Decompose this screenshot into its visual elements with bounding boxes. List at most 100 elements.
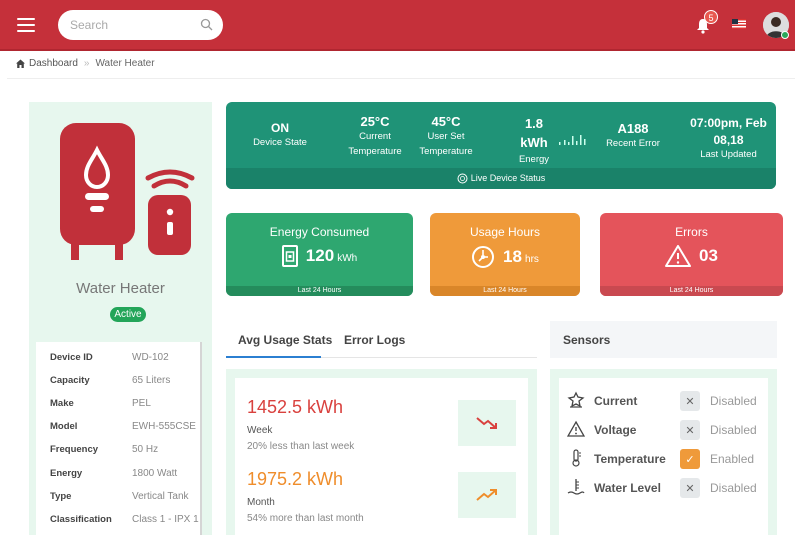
usage-hours-card: Usage Hours 18 hrs Last 24 Hours	[430, 213, 580, 296]
spec-key: Type	[50, 491, 72, 502]
sensor-status: Enabled	[710, 452, 755, 466]
breadcrumb-separator: »	[83, 58, 90, 69]
week-comparison: 20% less than last week	[247, 441, 355, 452]
spec-key: Make	[50, 398, 74, 409]
user-temp-value: 45°C	[431, 114, 461, 129]
current-temp-label-1: Current	[359, 131, 391, 142]
month-usage-value: 1975.2 kWh	[247, 469, 344, 489]
sensors-header: Sensors	[550, 321, 777, 358]
last-updated-stat: 07:00pm, Feb 08,18 Last Updated	[686, 116, 771, 162]
errors-card: Errors 03 Last 24 Hours	[600, 213, 783, 296]
device-state-stat: ON Device State	[251, 121, 309, 150]
last-updated-line-2: 08,18	[713, 133, 744, 147]
spec-row: Energy 1800 Watt	[50, 468, 210, 479]
sensor-water-level-checkbox[interactable]: ✕	[680, 478, 700, 498]
breadcrumb-current: Water Heater	[95, 58, 155, 69]
current-icon	[567, 391, 585, 408]
live-status-icon	[457, 173, 468, 184]
sensor-current-checkbox[interactable]: ✕	[680, 391, 700, 411]
usage-card-unit: hrs	[525, 254, 539, 265]
sensor-name: Current	[594, 394, 638, 408]
spec-row: Device ID WD-102	[50, 352, 210, 363]
recent-error-label: Recent Error	[606, 138, 660, 149]
errors-card-value: 03	[699, 246, 718, 265]
device-state-value: ON	[271, 121, 289, 135]
spec-row: Frequency 50 Hz	[50, 444, 210, 455]
current-temp-stat: 25°C Current Temperature	[346, 114, 404, 159]
sensor-row-temperature: Temperature ✓ Enabled	[559, 447, 768, 471]
thermometer-icon	[572, 449, 581, 467]
device-panel: Water Heater Active Device ID WD-102 Capac…	[29, 102, 212, 535]
energy-label: Energy	[518, 154, 550, 165]
device-spec-list: Device ID WD-102 Capacity 65 Liters Make PEL M…	[36, 342, 202, 535]
spec-value: WD-102	[132, 352, 169, 363]
home-icon	[16, 59, 25, 68]
spec-value: 65 Liters	[132, 375, 171, 386]
device-status-badge: Active	[110, 307, 146, 322]
spec-row: Make PEL	[50, 398, 210, 409]
energy-card-title: Energy Consumed	[269, 225, 370, 239]
last-updated-line-1: 07:00pm, Feb	[690, 116, 767, 130]
last-updated-label: Last Updated	[700, 149, 757, 160]
current-temp-value: 25°C	[360, 114, 390, 129]
spec-value: 50 Hz	[132, 444, 159, 455]
tab-avg-usage-stats[interactable]: Avg Usage Stats	[238, 333, 332, 347]
tab-error-logs[interactable]: Error Logs	[344, 333, 405, 347]
user-temp-label-1: User Set	[427, 131, 465, 142]
energy-card-footer: Last 24 Hours	[226, 286, 413, 296]
breadcrumb-dashboard-link[interactable]: Dashboard	[29, 58, 78, 69]
usage-tabs: Avg Usage Stats Error Logs	[226, 321, 537, 358]
spec-value: Class 1 - IPX 1	[132, 514, 199, 525]
trend-down-icon	[476, 417, 497, 429]
energy-value: 1.8	[524, 116, 544, 131]
sensor-row-voltage: Voltage ✕ Disabled	[559, 418, 768, 442]
week-trend-box	[458, 400, 516, 446]
usage-card-value: 18	[503, 247, 522, 266]
errors-card-value-row: 03	[600, 245, 783, 267]
spec-key: Energy	[50, 468, 83, 479]
live-status-label: Live Device Status	[470, 173, 546, 183]
device-title: Water Heater	[76, 280, 165, 297]
usage-card-title: Usage Hours	[469, 225, 541, 239]
spec-key: Capacity	[50, 375, 90, 386]
voltage-icon	[567, 420, 585, 437]
energy-consumed-card: Energy Consumed 120 kWh Last 24 Hours	[226, 213, 413, 296]
water-heater-illustration	[60, 123, 195, 260]
month-comparison: 54% more than last month	[247, 513, 364, 524]
spec-value: PEL	[132, 398, 151, 409]
live-status-bar: ON Device State 25°C Current Temperature…	[226, 102, 776, 189]
usage-card-footer: Last 24 Hours	[430, 286, 580, 296]
warning-icon	[665, 245, 692, 267]
week-label: Week	[247, 425, 273, 436]
search-input[interactable]	[58, 10, 188, 40]
spec-key: Model	[50, 421, 78, 432]
usage-stats-card: 1452.5 kWh Week 20% less than last week …	[235, 378, 528, 535]
sensor-status: Disabled	[710, 423, 757, 437]
usage-card-value-row: 18 hrs	[430, 245, 580, 269]
sensors-panel: Current ✕ Disabled Voltage ✕ Disabled Te…	[550, 369, 777, 535]
search-box	[58, 10, 223, 40]
sensors-list: Current ✕ Disabled Voltage ✕ Disabled Te…	[559, 378, 768, 535]
usage-stats-panel: 1452.5 kWh Week 20% less than last week …	[226, 369, 537, 535]
errors-card-title: Errors	[675, 225, 708, 239]
month-label: Month	[247, 497, 275, 508]
search-icon[interactable]	[200, 18, 213, 31]
recent-error-stat: A188 Recent Error	[602, 121, 664, 151]
user-temp-label-2: Temperature	[419, 146, 473, 157]
hamburger-menu-icon[interactable]	[17, 18, 35, 32]
mini-bar-chart-icon	[559, 135, 586, 145]
current-temp-label-2: Temperature	[348, 146, 402, 157]
sensor-status: Disabled	[710, 394, 757, 408]
energy-card-value-row: 120 kWh	[226, 245, 413, 267]
sensor-voltage-checkbox[interactable]: ✕	[680, 420, 700, 440]
spec-value: Vertical Tank	[132, 491, 189, 502]
sensor-row-water-level: Water Level ✕ Disabled	[559, 476, 768, 500]
online-status-dot	[781, 31, 789, 39]
breadcrumb: Dashboard » Water Heater	[16, 58, 155, 69]
trend-up-icon	[476, 489, 497, 501]
sensor-temperature-checkbox[interactable]: ✓	[680, 449, 700, 469]
meter-icon	[281, 245, 298, 267]
water-level-icon	[567, 479, 585, 495]
sensor-status: Disabled	[710, 481, 757, 495]
us-flag-icon[interactable]	[732, 19, 746, 29]
